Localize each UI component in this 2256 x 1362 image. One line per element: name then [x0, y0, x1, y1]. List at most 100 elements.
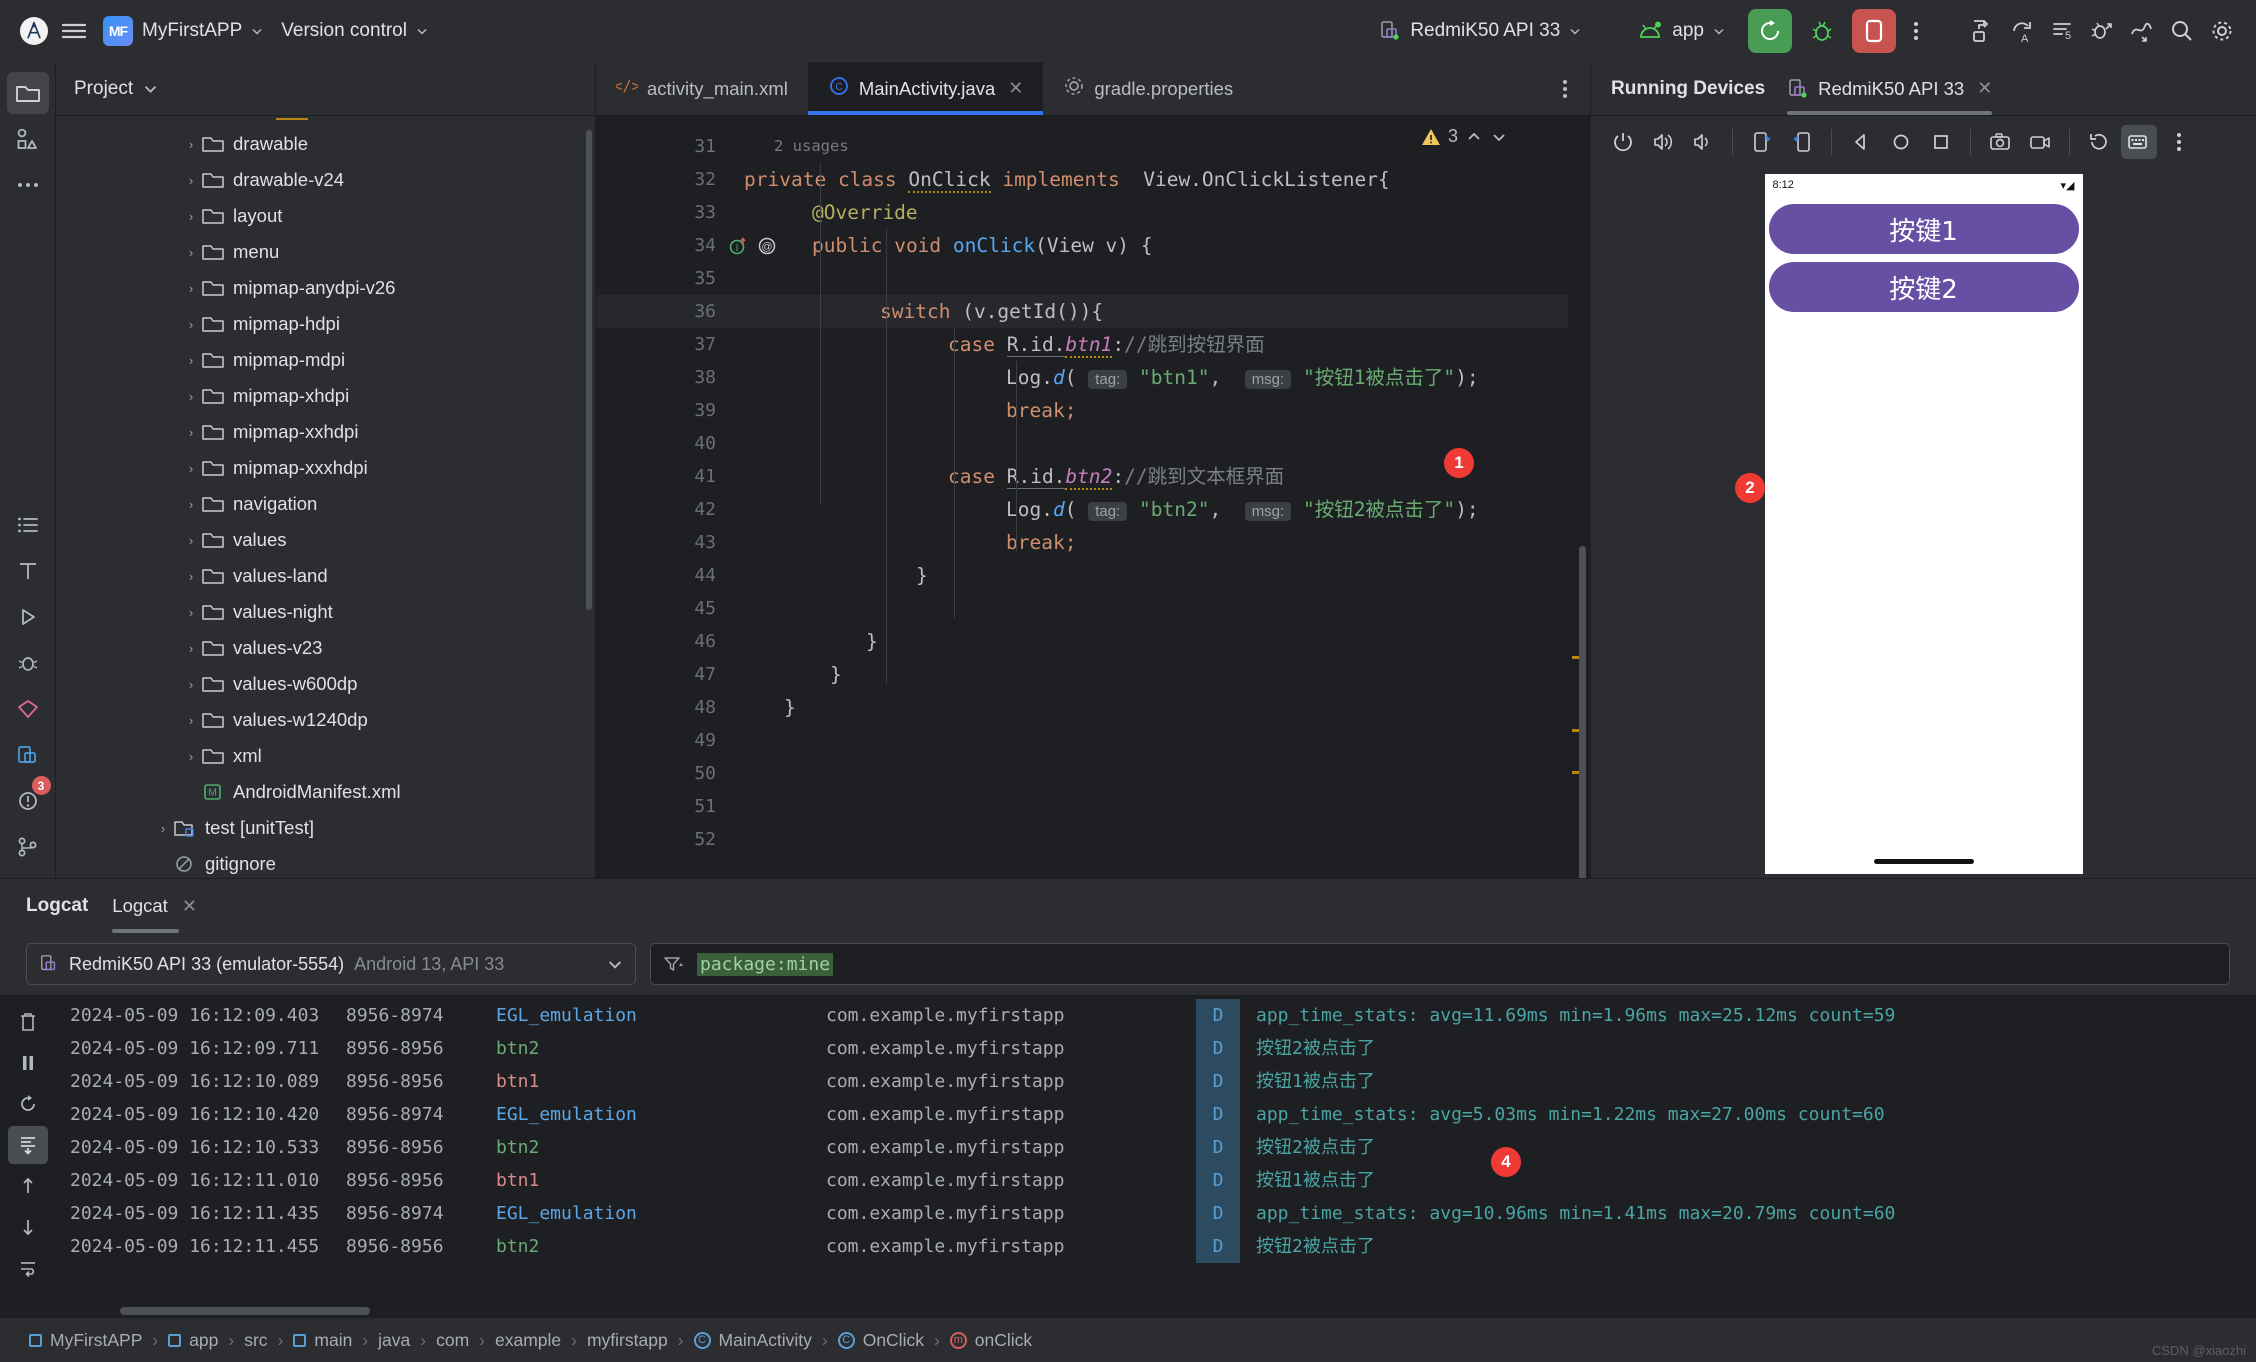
sidebar-item-debug[interactable] — [7, 642, 49, 684]
logcat-row[interactable]: 2024-05-09 16:12:09.711 8956-8956 btn2 com.… — [56, 1032, 2256, 1065]
project-selector[interactable]: MF MyFirstAPP — [94, 12, 272, 50]
chevron-right-icon[interactable]: › — [152, 821, 174, 836]
chevron-right-icon[interactable]: › — [180, 677, 202, 692]
editor-tab-gradle-properties[interactable]: gradle.properties — [1043, 62, 1253, 115]
run-button[interactable] — [1748, 8, 1792, 53]
tree-item-drawable[interactable]: › drawable — [56, 126, 595, 162]
hamburger-menu-icon[interactable] — [54, 11, 94, 51]
logcat-row[interactable]: 2024-05-09 16:12:10.420 8956-8974 EGL_emul… — [56, 1098, 2256, 1131]
sidebar-item-device-manager[interactable] — [7, 734, 49, 776]
tree-item-androidmanifest-xml[interactable]: M AndroidManifest.xml — [56, 774, 595, 810]
chevron-right-icon[interactable]: › — [180, 281, 202, 296]
sidebar-item-terminal[interactable] — [7, 550, 49, 592]
tree-item-values-w1240dp[interactable]: › values-w1240dp — [56, 702, 595, 738]
logcat-button[interactable]: 5 — [2042, 11, 2082, 51]
previous-occurrence-button[interactable] — [8, 1167, 48, 1205]
breadcrumb-item-main[interactable]: main — [286, 1330, 359, 1351]
breadcrumb-item-myfirstapp[interactable]: myfirstapp — [580, 1330, 675, 1351]
tree-item-test-unittest-[interactable]: › test [unitTest] — [56, 810, 595, 846]
screenshot-button[interactable] — [1982, 125, 2018, 159]
volume-down-button[interactable] — [1685, 125, 1721, 159]
device-more-options[interactable] — [2161, 125, 2197, 159]
chevron-right-icon[interactable]: › — [180, 533, 202, 548]
settings-button[interactable] — [2202, 11, 2242, 51]
chevron-right-icon[interactable]: › — [180, 461, 202, 476]
tree-item-menu[interactable]: › menu — [56, 234, 595, 270]
tree-item-layout[interactable]: › layout — [56, 198, 595, 234]
rotate-left-button[interactable] — [1744, 125, 1780, 159]
chevron-right-icon[interactable]: › — [180, 209, 202, 224]
close-icon[interactable]: ✕ — [182, 896, 197, 917]
breadcrumb-item-onclick[interactable]: m onClick — [943, 1330, 1039, 1351]
emulator-button-1[interactable]: 按键1 — [1768, 204, 2079, 254]
pause-logcat-button[interactable] — [8, 1044, 48, 1082]
sidebar-item-problems[interactable]: 3 — [7, 776, 51, 822]
chevron-right-icon[interactable]: › — [180, 353, 202, 368]
chevron-right-icon[interactable]: › — [180, 173, 202, 188]
logcat-row[interactable]: 2024-05-09 16:12:11.455 8956-8956 btn2 com.… — [56, 1230, 2256, 1263]
chevron-right-icon[interactable]: › — [180, 317, 202, 332]
apply-changes-button[interactable]: A — [2002, 11, 2042, 51]
chevron-up-icon[interactable] — [1465, 130, 1483, 144]
profiler-button[interactable] — [2122, 11, 2162, 51]
close-icon[interactable]: ✕ — [1977, 78, 1992, 99]
sidebar-item-more[interactable] — [7, 164, 49, 206]
tree-item-values[interactable]: › values — [56, 522, 595, 558]
history-button[interactable] — [2081, 125, 2117, 159]
android-studio-logo-icon[interactable] — [14, 11, 54, 51]
stop-button[interactable] — [1852, 8, 1896, 53]
power-button[interactable] — [1605, 125, 1641, 159]
tree-item-mipmap-anydpi-v26[interactable]: › mipmap-anydpi-v26 — [56, 270, 595, 306]
sidebar-item-git[interactable] — [7, 826, 49, 868]
filter-icon[interactable] — [663, 955, 685, 973]
logcat-row[interactable]: 2024-05-09 16:12:09.403 8956-8974 EGL_emul… — [56, 999, 2256, 1032]
logcat-rows[interactable]: 2024-05-09 16:12:09.403 8956-8974 EGL_emul… — [56, 995, 2256, 1304]
keyboard-button[interactable] — [2121, 125, 2157, 159]
record-video-button[interactable] — [2022, 125, 2058, 159]
editor-tab-options[interactable] — [1540, 62, 1590, 115]
tree-item-mipmap-xxhdpi[interactable]: › mipmap-xxhdpi — [56, 414, 595, 450]
chevron-right-icon[interactable]: › — [180, 245, 202, 260]
tree-item-values-night[interactable]: › values-night — [56, 594, 595, 630]
more-run-options[interactable] — [1896, 11, 1936, 51]
editor-marker-rail[interactable] — [1568, 116, 1590, 878]
logcat-row[interactable]: 2024-05-09 16:12:11.010 8956-8956 btn1 com.… — [56, 1164, 2256, 1197]
logcat-tab[interactable]: Logcat ✕ — [112, 879, 197, 933]
version-control-menu[interactable]: Version control — [272, 16, 437, 46]
tree-item-drawable-v24[interactable]: › drawable-v24 — [56, 162, 595, 198]
build-button[interactable] — [1962, 11, 2002, 51]
inspection-status[interactable]: 3 — [1421, 126, 1508, 147]
logcat-device-select[interactable]: RedmiK50 API 33 (emulator-5554) Android … — [26, 943, 636, 985]
back-button[interactable] — [1843, 125, 1879, 159]
logcat-row[interactable]: 2024-05-09 16:12:11.435 8956-8974 EGL_emul… — [56, 1197, 2256, 1230]
device-tab[interactable]: RedmiK50 API 33 ✕ — [1787, 62, 1993, 115]
tree-item-mipmap-mdpi[interactable]: › mipmap-mdpi — [56, 342, 595, 378]
sidebar-item-project[interactable] — [6, 72, 49, 114]
chevron-right-icon[interactable]: › — [180, 641, 202, 656]
project-panel-header[interactable]: Project — [56, 62, 595, 116]
emulator-button-2[interactable]: 按键2 — [1768, 262, 2079, 312]
breadcrumb-item-java[interactable]: java — [371, 1330, 417, 1351]
code-editor[interactable]: 31 32 33 34 I @35 36 37 38 39 40 41 42 43 44 45 46 47 48 49… — [596, 116, 1590, 878]
breadcrumb-item-example[interactable]: example — [488, 1330, 568, 1351]
chevron-right-icon[interactable]: › — [180, 713, 202, 728]
clear-logcat-button[interactable] — [8, 1003, 48, 1041]
chevron-right-icon[interactable]: › — [180, 137, 202, 152]
attach-debugger-button[interactable] — [2082, 11, 2122, 51]
chevron-right-icon[interactable]: › — [180, 389, 202, 404]
project-tree[interactable]: › drawable › drawable-v24 › layout › menu › mipma… — [56, 116, 595, 878]
sidebar-item-database[interactable] — [7, 688, 49, 730]
tree-scrollbar[interactable] — [586, 130, 592, 610]
soft-wrap-button[interactable] — [8, 1249, 48, 1287]
breadcrumb-item-mainactivity[interactable]: C MainActivity — [687, 1330, 819, 1351]
tree-item-xml[interactable]: › xml — [56, 738, 595, 774]
editor-tab-activity-main-xml[interactable]: </> activity_main.xml — [596, 62, 808, 115]
emulator-screen[interactable]: 8:12 ▾◢ 按键1 按键2 — [1764, 174, 2083, 874]
breadcrumb-item-myfirstapp[interactable]: MyFirstAPP — [22, 1330, 149, 1351]
logcat-hscrollbar[interactable] — [0, 1304, 2256, 1318]
breadcrumb-item-onclick[interactable]: C OnClick — [831, 1330, 931, 1351]
run-configuration-selector[interactable]: app — [1628, 16, 1734, 46]
tree-item-values-land[interactable]: › values-land — [56, 558, 595, 594]
scroll-to-end-button[interactable] — [8, 1126, 48, 1164]
chevron-right-icon[interactable]: › — [180, 605, 202, 620]
